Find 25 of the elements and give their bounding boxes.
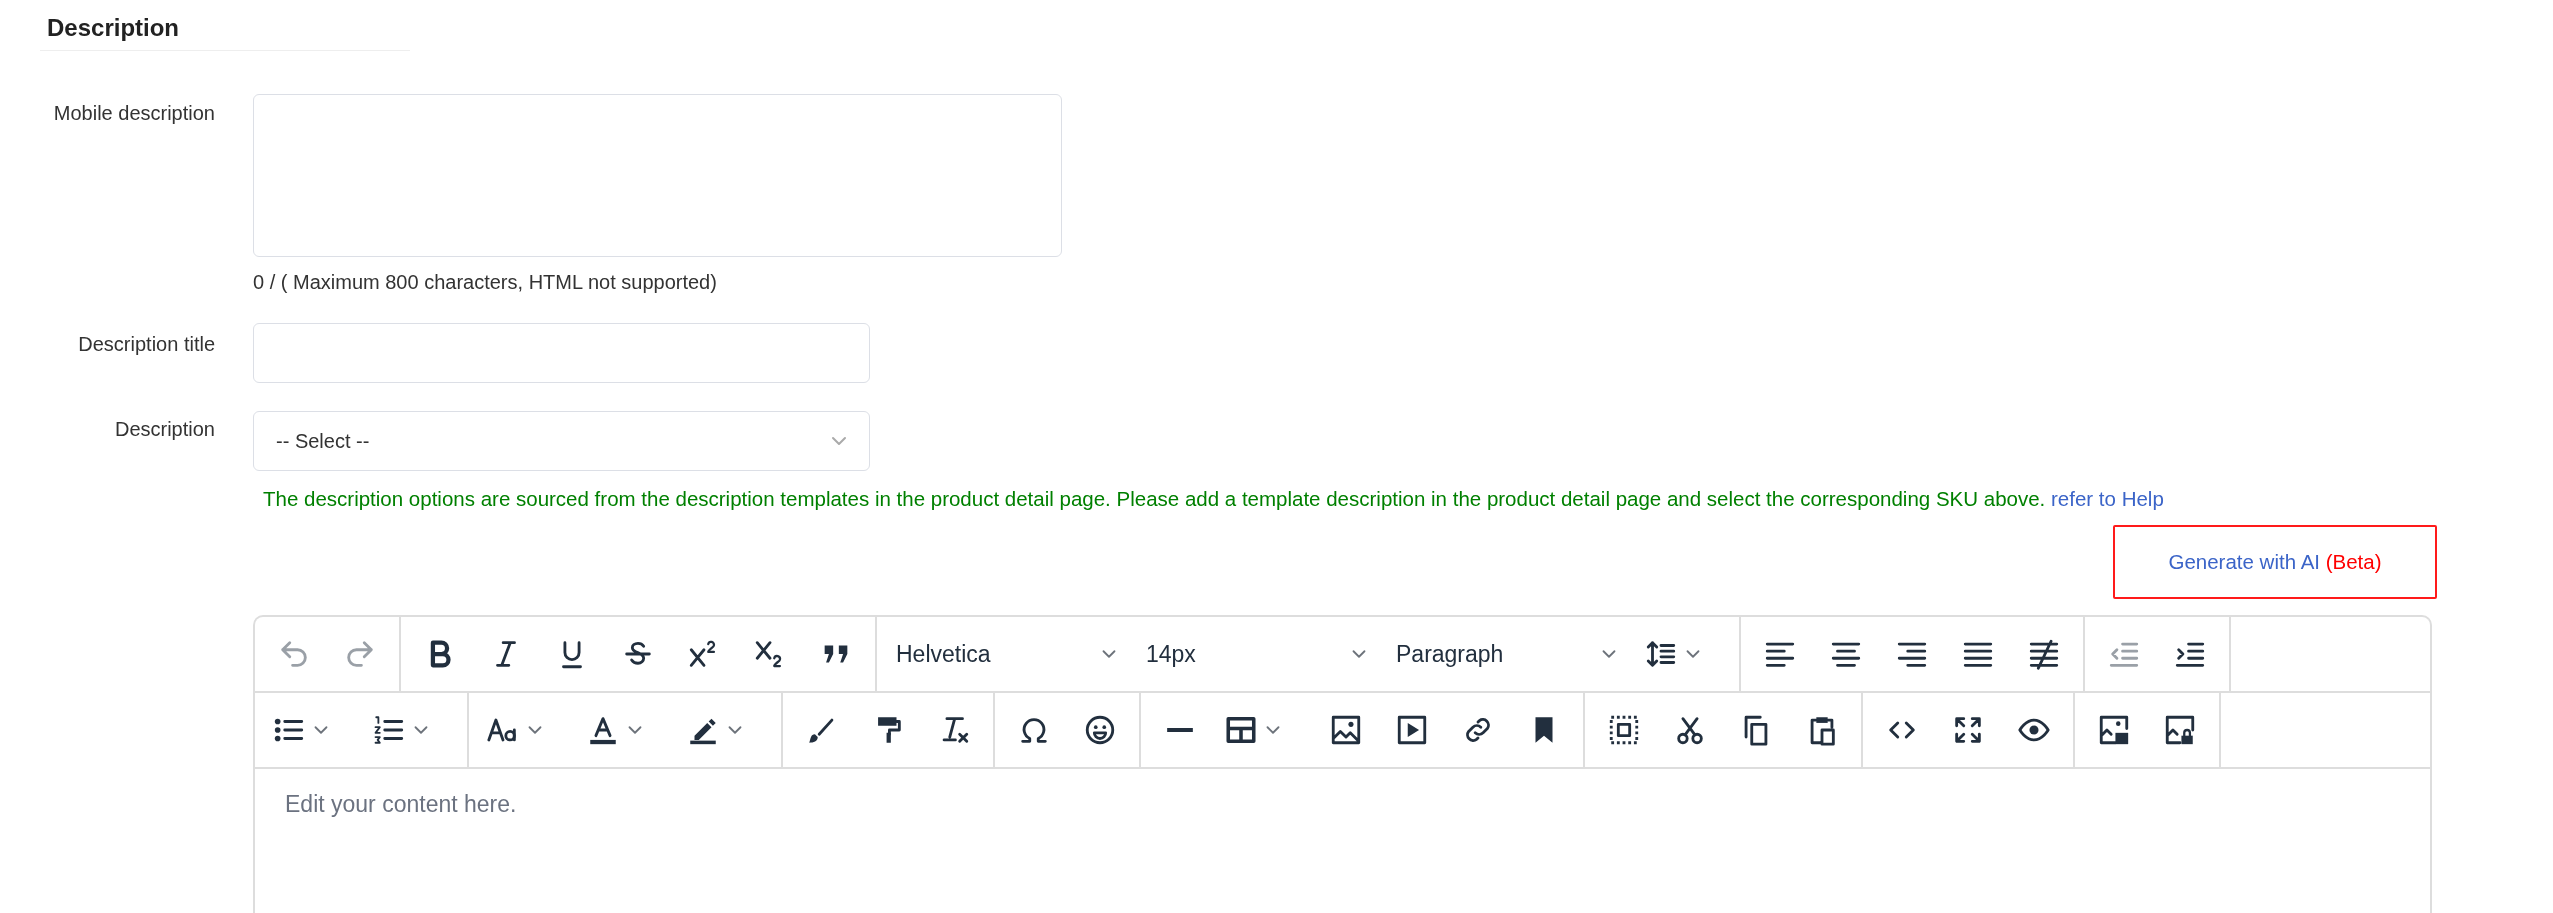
emoji-icon — [1083, 713, 1117, 747]
editor-placeholder: Edit your content here. — [285, 791, 517, 817]
mobile-description-field[interactable] — [253, 94, 1062, 257]
toolbar-dropdown[interactable]: Paragraph — [1388, 628, 1628, 680]
hint-text: The description options are sourced from the description templates in the product detail page. Please add a template description in the product detail page and select the corresponding SKU above. refer to Help — [263, 487, 2165, 511]
section-title: Description — [47, 14, 180, 41]
image-icon — [1329, 713, 1363, 747]
toolbar-dropdown[interactable]: Helvetica — [888, 628, 1128, 680]
editor-content-area[interactable]: Edit your content here. — [255, 769, 2430, 913]
video-icon — [1395, 713, 1429, 747]
beta-label: (Beta) — [2325, 550, 2382, 573]
field-label: Description title — [77, 332, 215, 356]
field-label: Description — [113, 417, 215, 441]
description-dropdown[interactable]: -- Select -- — [253, 411, 870, 471]
horizontal-line-icon — [1165, 727, 1195, 733]
toolbar-dropdown[interactable]: 14px — [1138, 628, 1378, 680]
numbered-list-icon — [372, 713, 406, 747]
distribute-icon — [2027, 637, 2061, 671]
description-title-field[interactable] — [253, 323, 870, 383]
generate-ai-button[interactable]: Generate with AI (Beta) — [2113, 525, 2437, 599]
select-all-icon — [1607, 713, 1641, 747]
character-counter: 0 / ( Maximum 800 characters, HTML not supported) — [253, 271, 718, 294]
image-lock-icon — [2163, 713, 2197, 747]
help-link[interactable]: refer to Help — [2051, 487, 2164, 510]
field-label: Mobile description — [52, 101, 215, 125]
